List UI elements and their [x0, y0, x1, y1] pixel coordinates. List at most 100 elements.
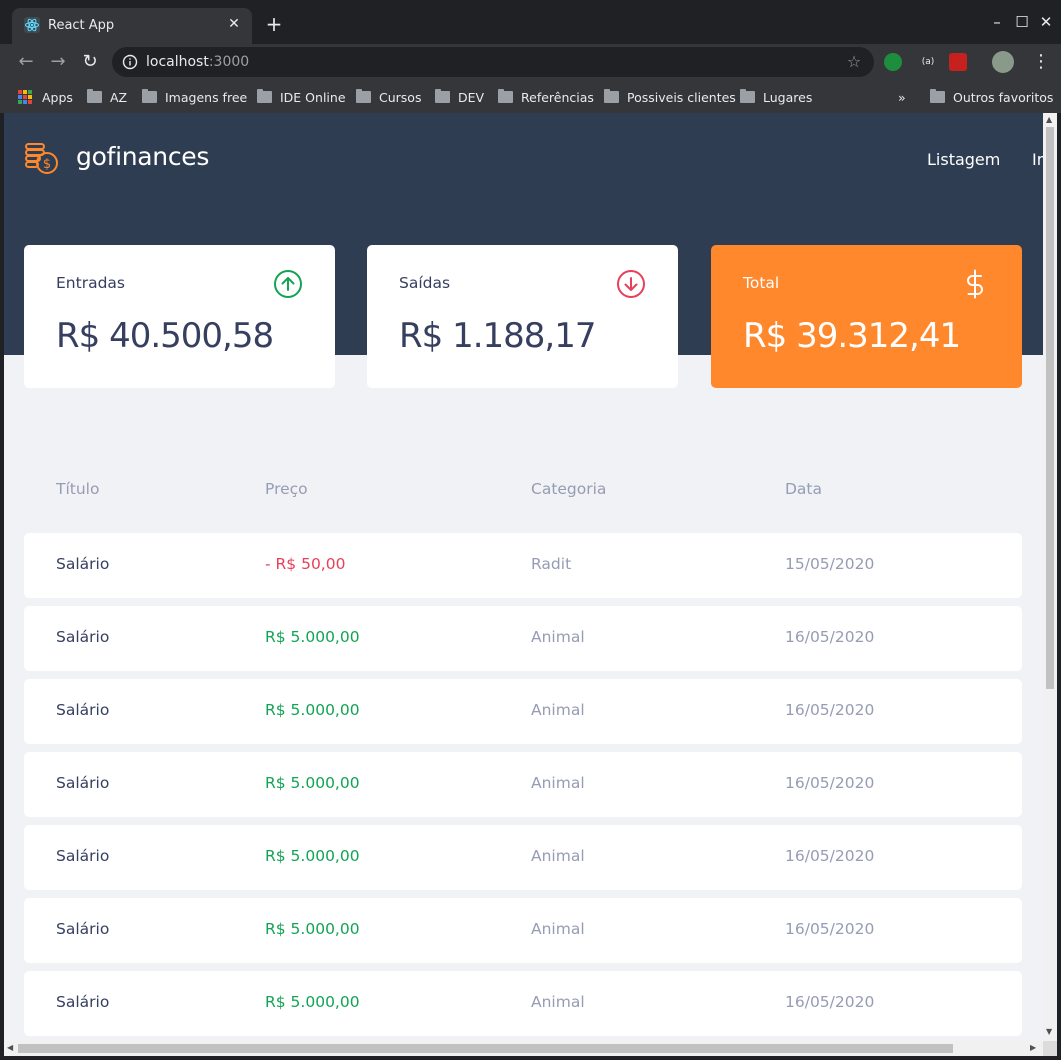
page-viewport: $ gofinances Listagem Importar Entradas …: [4, 113, 1043, 1041]
nav-importar[interactable]: Importar: [1032, 150, 1043, 169]
column-header-title: Título: [56, 480, 100, 498]
bookmark-label: IDE Online: [280, 89, 346, 105]
income-label: Entradas: [56, 274, 125, 292]
table-row: Salário R$ 5.000,00 Animal 16/05/2020: [24, 606, 1022, 671]
folder-icon: [498, 89, 513, 103]
profile-avatar[interactable]: [992, 51, 1014, 73]
total-label: Total: [743, 274, 780, 292]
url-port: :3000: [208, 54, 250, 70]
column-header-date: Data: [785, 480, 823, 498]
row-title: Salário: [56, 847, 110, 865]
close-window-icon[interactable]: ✕: [1036, 12, 1056, 32]
scrollbar-corner: [1043, 1041, 1057, 1056]
extension-badge-icon[interactable]: (a): [917, 55, 939, 69]
minimize-icon[interactable]: –: [987, 12, 1007, 32]
bookmark-folder[interactable]: Cursos: [356, 87, 421, 107]
window-frame-right: [1057, 113, 1061, 1060]
scroll-down-icon[interactable]: ▼: [1046, 1027, 1052, 1037]
browser-toolbar: ← → ↻ localhost:3000 ☆ (a) ⋮: [0, 44, 1061, 80]
coins-logo-icon: $: [25, 143, 58, 174]
row-price: R$ 5.000,00: [265, 628, 360, 646]
bookmark-label: AZ: [110, 89, 128, 105]
bookmark-label: DEV: [458, 89, 485, 105]
vertical-scroll-thumb[interactable]: [1046, 127, 1054, 689]
browser-menu-icon[interactable]: ⋮: [1032, 50, 1050, 74]
new-tab-icon[interactable]: +: [264, 14, 284, 34]
bookmark-folder[interactable]: Referências: [498, 87, 594, 107]
tab-close-icon[interactable]: ✕: [226, 16, 242, 32]
apps-grid-icon: [18, 90, 32, 104]
folder-icon: [604, 89, 619, 103]
forward-icon[interactable]: →: [46, 50, 70, 74]
bookmark-label: Lugares: [763, 89, 813, 105]
total-value: R$ 39.312,41: [743, 316, 961, 356]
maximize-icon[interactable]: ☐: [1012, 12, 1032, 32]
tab-strip: React App ✕ + – ☐ ✕: [0, 0, 1061, 44]
tab-title: React App: [48, 18, 115, 33]
folder-icon: [356, 89, 371, 103]
bookmark-folder[interactable]: Possiveis clientes: [604, 87, 736, 107]
extension-grammar-icon[interactable]: [884, 53, 902, 71]
row-category: Animal: [531, 920, 585, 938]
dollar-sign-icon: [967, 269, 983, 299]
bookmark-folder[interactable]: DEV: [435, 87, 484, 107]
scroll-left-icon[interactable]: ◀: [7, 1043, 13, 1053]
bookmarks-overflow-icon[interactable]: »: [898, 87, 906, 107]
row-category: Radit: [531, 555, 572, 573]
row-price: R$ 5.000,00: [265, 774, 360, 792]
total-card: Total R$ 39.312,41: [711, 245, 1022, 388]
reload-icon[interactable]: ↻: [78, 50, 102, 74]
bookmark-label: Imagens free: [165, 89, 248, 105]
bookmark-label: Possiveis clientes: [627, 89, 736, 105]
row-price: R$ 5.000,00: [265, 701, 360, 719]
bookmark-other-favorites[interactable]: Outros favoritos: [930, 87, 1053, 107]
income-card: Entradas R$ 40.500,58: [24, 245, 335, 388]
bookmark-folder[interactable]: Lugares: [740, 87, 812, 107]
bookmark-apps[interactable]: Apps: [18, 87, 73, 107]
horizontal-scroll-thumb[interactable]: [18, 1044, 953, 1053]
table-row: Salário R$ 5.000,00 Animal 16/05/2020: [24, 679, 1022, 744]
row-price: - R$ 50,00: [265, 555, 346, 573]
extension-red-icon[interactable]: [949, 53, 967, 71]
bookmark-folder[interactable]: AZ: [87, 87, 127, 107]
column-header-price: Preço: [265, 480, 308, 498]
row-category: Animal: [531, 628, 585, 646]
row-price: R$ 5.000,00: [265, 993, 360, 1011]
row-title: Salário: [56, 555, 110, 573]
table-row: Salário R$ 5.000,00 Animal 16/05/2020: [24, 752, 1022, 817]
window-frame-left: [0, 113, 4, 1060]
info-icon[interactable]: [122, 54, 138, 70]
outcome-card: Saídas R$ 1.188,17: [367, 245, 678, 388]
income-value: R$ 40.500,58: [56, 316, 274, 356]
scroll-up-icon[interactable]: ▲: [1046, 115, 1052, 125]
folder-icon: [142, 89, 157, 103]
nav-listagem[interactable]: Listagem: [927, 150, 1000, 169]
bookmark-folder[interactable]: Imagens free: [142, 87, 247, 107]
window-frame-bottom: [0, 1056, 1061, 1060]
row-category: Animal: [531, 993, 585, 1011]
row-date: 16/05/2020: [785, 701, 875, 719]
bookmark-label: Outros favoritos: [953, 89, 1054, 105]
folder-icon: [257, 89, 272, 103]
horizontal-scrollbar[interactable]: ◀ ▶: [4, 1041, 1043, 1056]
react-favicon-icon: [24, 17, 40, 33]
row-category: Animal: [531, 847, 585, 865]
row-price: R$ 5.000,00: [265, 920, 360, 938]
table-row: Salário - R$ 50,00 Radit 15/05/2020: [24, 533, 1022, 598]
row-date: 16/05/2020: [785, 774, 875, 792]
browser-chrome: React App ✕ + – ☐ ✕ ← → ↻ localhost:3000…: [0, 0, 1061, 113]
address-bar[interactable]: localhost:3000 ☆: [112, 47, 874, 77]
outcome-label: Saídas: [399, 274, 451, 292]
bookmark-folder[interactable]: IDE Online: [257, 87, 346, 107]
row-title: Salário: [56, 774, 110, 792]
folder-icon: [435, 89, 450, 103]
table-row: Salário R$ 5.000,00 Animal 16/05/2020: [24, 898, 1022, 963]
bookmark-label: Apps: [42, 89, 73, 105]
bookmark-star-icon[interactable]: ☆: [844, 52, 864, 72]
scroll-right-icon[interactable]: ▶: [1030, 1043, 1036, 1053]
vertical-scrollbar[interactable]: ▲ ▼: [1043, 113, 1057, 1041]
outcome-value: R$ 1.188,17: [399, 316, 596, 356]
tab-react-app[interactable]: React App ✕: [12, 8, 252, 44]
back-icon[interactable]: ←: [14, 50, 38, 74]
url-text: localhost:3000: [146, 54, 249, 70]
